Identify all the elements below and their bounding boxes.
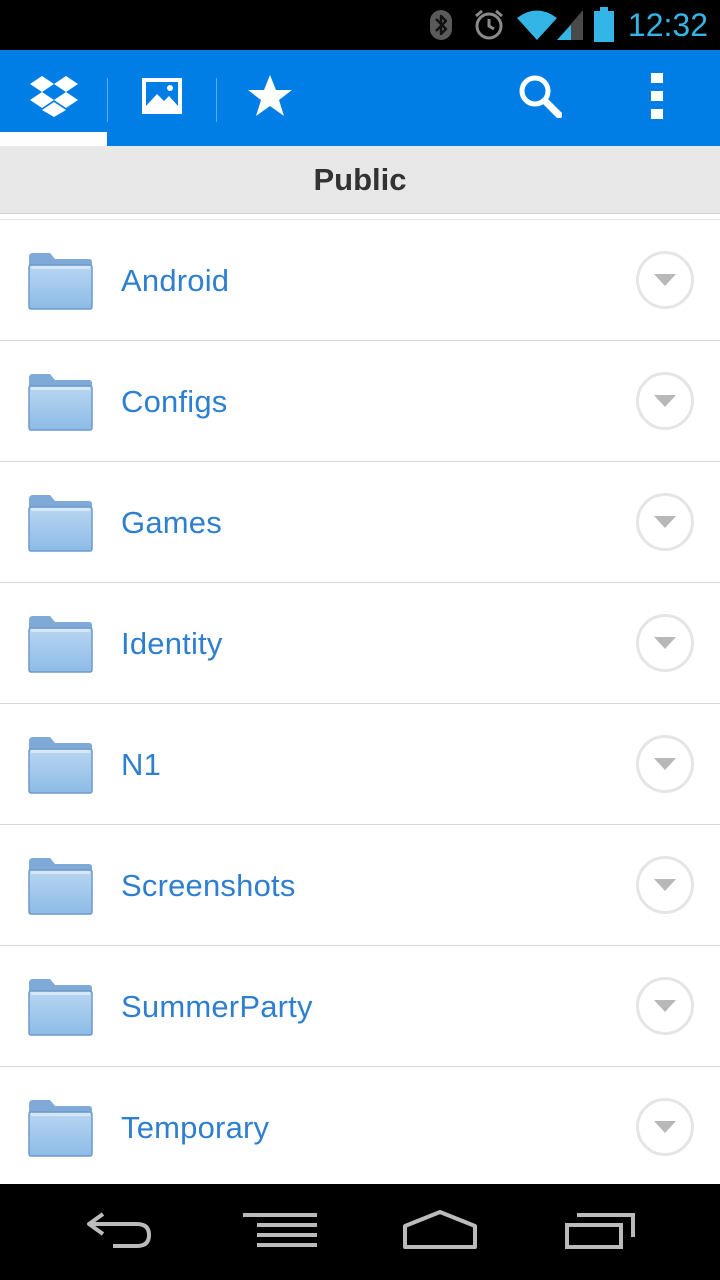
chevron-down-icon (654, 876, 676, 895)
alarm-icon (472, 0, 506, 50)
navigation-bar (0, 1184, 720, 1280)
menu-button[interactable] (220, 1184, 340, 1280)
file-name: Identity (121, 626, 223, 661)
status-time: 12:32 (627, 7, 708, 43)
chevron-down-icon (654, 755, 676, 774)
overflow-menu-button[interactable] (612, 50, 702, 146)
home-icon (403, 1210, 477, 1254)
chevron-down-icon (654, 634, 676, 653)
file-options-button[interactable] (636, 251, 694, 309)
file-row[interactable]: Configs (0, 341, 720, 462)
star-icon (247, 74, 293, 122)
file-name: Games (121, 505, 222, 540)
file-options-button[interactable] (636, 1098, 694, 1156)
file-row[interactable]: Games (0, 462, 720, 583)
file-options-button[interactable] (636, 372, 694, 430)
file-options-button[interactable] (636, 856, 694, 914)
search-button[interactable] (495, 50, 585, 146)
recent-apps-icon (565, 1211, 635, 1253)
file-options-button[interactable] (636, 977, 694, 1035)
file-row[interactable]: SummerParty (0, 946, 720, 1067)
selected-tab-indicator (0, 132, 107, 146)
folder-icon (26, 372, 94, 432)
recent-apps-button[interactable] (540, 1184, 660, 1280)
file-name: SummerParty (121, 989, 313, 1024)
file-name: Configs (121, 384, 228, 419)
back-button[interactable] (60, 1184, 180, 1280)
chevron-down-icon (654, 271, 676, 290)
file-options-button[interactable] (636, 735, 694, 793)
file-name: N1 (121, 747, 162, 782)
file-row[interactable]: N1 (0, 704, 720, 825)
folder-icon (26, 1098, 94, 1158)
file-options-button[interactable] (636, 614, 694, 672)
folder-title-bar: Public (0, 146, 720, 214)
folder-icon (26, 735, 94, 795)
home-button[interactable] (380, 1184, 500, 1280)
chevron-down-icon (654, 997, 676, 1016)
search-icon (518, 74, 563, 122)
overflow-menu-icon (651, 73, 663, 123)
tab-favorites[interactable] (217, 50, 323, 146)
chevron-down-icon (654, 392, 676, 411)
file-name: Screenshots (121, 868, 296, 903)
folder-icon (26, 493, 94, 553)
dropbox-icon (29, 74, 79, 122)
folder-icon (26, 614, 94, 674)
file-options-button[interactable] (636, 493, 694, 551)
file-row[interactable]: Temporary (0, 1067, 720, 1184)
file-row[interactable]: Identity (0, 583, 720, 704)
back-icon (85, 1210, 155, 1254)
wifi-icon (516, 0, 558, 50)
status-bar: 12:32 (0, 0, 720, 50)
tab-photos[interactable] (108, 50, 216, 146)
folder-icon (26, 856, 94, 916)
folder-title: Public (313, 161, 407, 197)
file-list: Android Configs Games Identity N1 Screenshots… (0, 220, 720, 1184)
signal-icon (556, 0, 584, 50)
photos-icon (141, 77, 183, 119)
file-row[interactable]: Android (0, 220, 720, 341)
chevron-down-icon (654, 513, 676, 532)
file-name: Temporary (121, 1110, 270, 1145)
folder-icon (26, 251, 94, 311)
battery-icon (592, 0, 616, 50)
menu-icon (243, 1213, 317, 1251)
chevron-down-icon (654, 1118, 676, 1137)
file-row[interactable]: Screenshots (0, 825, 720, 946)
file-name: Android (121, 263, 230, 298)
bluetooth-icon (428, 0, 454, 50)
action-bar (0, 50, 720, 146)
folder-icon (26, 977, 94, 1037)
